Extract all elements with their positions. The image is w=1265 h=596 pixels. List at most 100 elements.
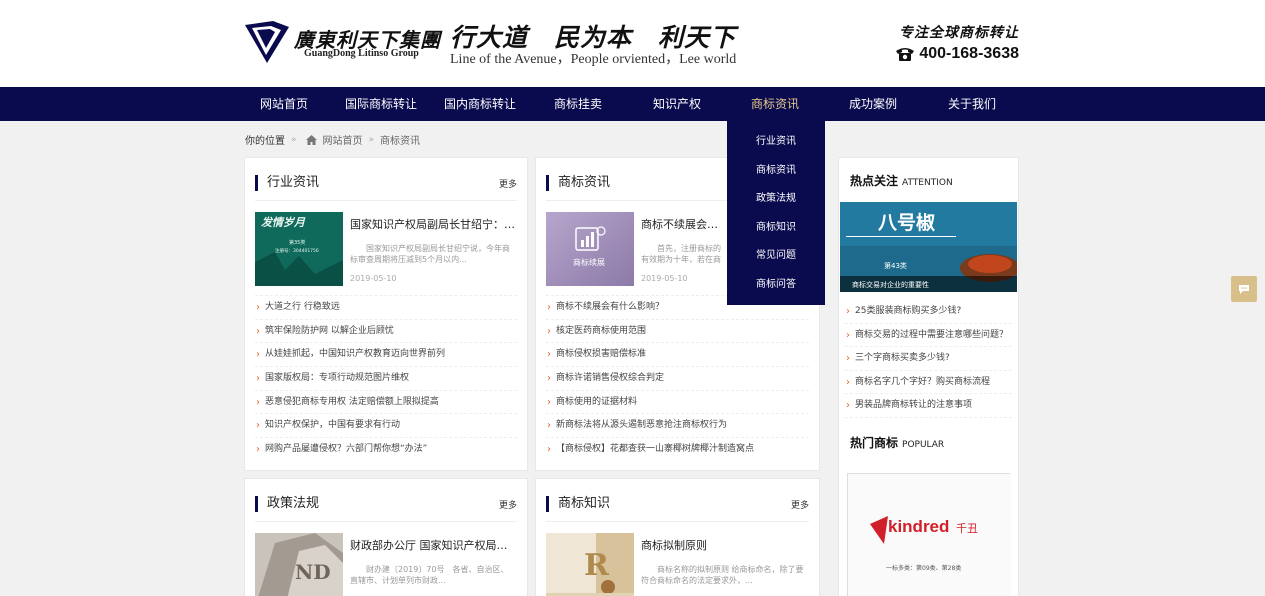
breadcrumb-current[interactable]: 商标资讯 bbox=[380, 132, 420, 147]
chat-icon bbox=[1239, 284, 1249, 294]
hot-topics-list: 25类服装商标购买多少钱? 商标交易的过程中需要注意哪些问题？ 三个字商标买卖多… bbox=[845, 300, 1012, 418]
list-item[interactable]: 国家版权局：专项行动规范图片维权 bbox=[255, 366, 517, 390]
dropdown-item-faq[interactable]: 常见问题 bbox=[727, 249, 825, 263]
list-item[interactable]: 商标侵权损害赔偿标准 bbox=[546, 342, 809, 366]
list-item[interactable]: 恶意侵犯商标专用权 法定赔偿额上限拟提高 bbox=[255, 389, 517, 413]
breadcrumb: 你的位置 » 网站首页 » 商标资讯 bbox=[245, 132, 420, 147]
home-icon bbox=[305, 134, 317, 145]
more-link[interactable]: 更多 bbox=[499, 498, 517, 511]
popular-trademarks-title: 热门商标 POPULAR bbox=[850, 434, 944, 451]
list-item[interactable]: 男装品牌商标转让的注意事项 bbox=[845, 394, 1012, 418]
panel-header: 商标知识 更多 bbox=[546, 495, 809, 513]
panel-title: 商标知识 bbox=[558, 496, 611, 511]
feature-description: 首先，注册商标的有效期为十年，若在商标有效期满前需要续展... bbox=[641, 244, 721, 264]
nav-item-trademark-news[interactable]: 商标资讯 bbox=[751, 87, 799, 121]
feature-thumbnail[interactable]: 发情岁月 第35类 注册号：304401756 bbox=[255, 212, 343, 286]
thumbnail-art: R bbox=[546, 533, 634, 596]
dropdown-item-industry[interactable]: 行业资讯 bbox=[727, 135, 825, 149]
panel-title: 政策法规 bbox=[267, 496, 320, 511]
list-item[interactable]: 从娃娃抓起，中国知识产权教育迈向世界前列 bbox=[255, 342, 517, 366]
dropdown-item-knowledge[interactable]: 商标知识 bbox=[727, 221, 825, 235]
chat-button[interactable] bbox=[1231, 276, 1257, 302]
dropdown-item-trademark-news[interactable]: 商标资讯 bbox=[727, 164, 825, 178]
panel-header: 政策法规 更多 bbox=[255, 495, 517, 513]
feature-title[interactable]: 商标拟制原则 bbox=[641, 537, 807, 553]
news-list: 商标不续展会有什么影响？ 核定医药商标使用范围 商标侵权损害赔偿标准 商标许诺销… bbox=[546, 295, 809, 461]
sidebar-panel: 热点关注ATTENTION 八号椒 第43类 商标交易对企业的重要性 25类服装… bbox=[838, 157, 1019, 596]
banner-caption: 商标交易对企业的重要性 bbox=[852, 280, 929, 289]
feature-date: 2019-05-10 bbox=[641, 274, 688, 283]
thumbnail-title: 发情岁月 bbox=[261, 216, 306, 229]
list-item[interactable]: 网购产品屡遭侵权？六部门帮你想“办法” bbox=[255, 437, 517, 461]
nav-item-domestic-transfer[interactable]: 国内商标转让 bbox=[444, 87, 516, 121]
panel-title: 行业资讯 bbox=[267, 175, 320, 190]
logo-icon[interactable] bbox=[243, 19, 291, 65]
list-item[interactable]: 筑牢保险防护网 以解企业后顾忧 bbox=[255, 318, 517, 342]
breadcrumb-separator: » bbox=[368, 134, 375, 145]
nav-dropdown-trademark-news: 行业资讯 商标资讯 政策法规 商标知识 常见问题 商标问答 bbox=[727, 121, 825, 305]
nav-item-cases[interactable]: 成功案例 bbox=[849, 87, 897, 121]
thumbnail-number: 注册号：304401756 bbox=[275, 247, 319, 254]
thumbnail-art: 商标续展 bbox=[546, 212, 634, 286]
hot-topics-banner[interactable]: 八号椒 第43类 商标交易对企业的重要性 bbox=[840, 202, 1017, 292]
feature-description: 国家知识产权局副局长甘绍宁说，今年商标审查周期将压减到5个月以内... bbox=[350, 244, 510, 264]
list-item[interactable]: 新商标法将从源头遏制恶意抢注商标权行为 bbox=[546, 413, 809, 437]
thumbnail-art: 发情岁月 第35类 注册号：304401756 bbox=[255, 212, 343, 286]
brand-cn: 千丑 bbox=[956, 522, 978, 535]
list-item[interactable]: 商标交易的过程中需要注意哪些问题？ bbox=[845, 324, 1012, 348]
list-item[interactable]: 大道之行 行稳致远 bbox=[255, 295, 517, 319]
panel-divider bbox=[546, 521, 809, 522]
more-link[interactable]: 更多 bbox=[499, 177, 517, 190]
list-item[interactable]: 商标使用的证据材料 bbox=[546, 389, 809, 413]
banner-brand: 八号椒 bbox=[878, 211, 935, 234]
panel-title-bar bbox=[255, 496, 258, 512]
nav-item-international-transfer[interactable]: 国际商标转让 bbox=[345, 87, 417, 121]
breadcrumb-label: 你的位置 bbox=[245, 136, 285, 147]
breadcrumb-home-link[interactable]: 网站首页 bbox=[323, 132, 363, 147]
logo-english-name: GuangDong Litinso Group bbox=[304, 48, 419, 59]
svg-text:R: R bbox=[584, 548, 610, 583]
list-item[interactable]: 商标许诺销售侵权综合判定 bbox=[546, 366, 809, 390]
nav-item-home[interactable]: 网站首页 bbox=[260, 87, 308, 121]
feature-thumbnail[interactable]: ND bbox=[255, 533, 343, 596]
feature-title[interactable]: 商标不续展会有什么影响？ bbox=[641, 216, 727, 232]
thumbnail-art: ND bbox=[255, 533, 343, 596]
slogan-english: Line of the Avenue，People orviented，Lee … bbox=[450, 52, 737, 67]
list-item[interactable]: 商标名字几个字好？购买商标流程 bbox=[845, 371, 1012, 395]
panel-title-bar bbox=[546, 496, 549, 512]
list-item[interactable]: 【商标侵权】花都查获一山寨椰树牌椰汁制造窝点 bbox=[546, 437, 809, 461]
nav-item-about[interactable]: 关于我们 bbox=[948, 87, 996, 121]
dropdown-item-qa[interactable]: 商标问答 bbox=[727, 278, 825, 292]
panel-title-bar bbox=[255, 175, 258, 191]
feature-thumbnail[interactable]: 商标续展 bbox=[546, 212, 634, 286]
hotline-tagline: 专注全球商标转让 bbox=[899, 25, 1019, 41]
feature-description: 财办建〔2019〕70号 各省、自治区、直辖市、计划单列市财政... bbox=[350, 565, 509, 585]
svg-text:ND: ND bbox=[295, 560, 331, 584]
banner-art: 八号椒 第43类 商标交易对企业的重要性 bbox=[840, 202, 1017, 292]
popular-trademark-card[interactable]: kindred 千丑 一标多类：第09类、第28类 bbox=[847, 473, 1011, 596]
nav-item-ip[interactable]: 知识产权 bbox=[653, 87, 701, 121]
brand-logo: kindred 千丑 一标多类：第09类、第28类 bbox=[848, 474, 1011, 596]
feature-thumbnail[interactable]: R bbox=[546, 533, 634, 596]
panel-divider bbox=[255, 521, 517, 522]
hot-topics-title-cn: 热点关注 bbox=[850, 174, 899, 188]
brand-caption: 一标多类：第09类、第28类 bbox=[886, 564, 961, 572]
popular-title-en: POPULAR bbox=[902, 440, 945, 450]
list-item[interactable]: 知识产权保护，中国有要求有行动 bbox=[255, 413, 517, 437]
hotline-number: 400-168-3638 bbox=[919, 45, 1019, 62]
list-item[interactable]: 三个字商标买卖多少钱? bbox=[845, 347, 1012, 371]
dropdown-item-policy[interactable]: 政策法规 bbox=[727, 192, 825, 206]
more-link[interactable]: 更多 bbox=[791, 498, 809, 511]
hot-topics-title: 热点关注 ATTENTION bbox=[850, 172, 953, 189]
feature-title[interactable]: 国家知识产权局副局长甘绍宁：商标审查周期压减到5个月以内 bbox=[350, 216, 515, 232]
popular-title-cn: 热门商标 bbox=[850, 436, 899, 450]
nav-item-trademark-listing[interactable]: 商标挂卖 bbox=[554, 87, 602, 121]
list-item[interactable]: 核定医药商标使用范围 bbox=[546, 318, 809, 342]
panel-trademark-knowledge: 商标知识 更多 R 商标拟制原则 商标名称的拟制原则 给商标命名，除了要符合商标… bbox=[535, 478, 820, 596]
phone-icon bbox=[896, 48, 915, 61]
list-item[interactable]: 25类服装商标购买多少钱? bbox=[845, 300, 1012, 324]
thumbnail-title: 商标续展 bbox=[573, 257, 605, 267]
main-nav: 网站首页 国际商标转让 国内商标转让 商标挂卖 知识产权 商标资讯 成功案例 关… bbox=[0, 87, 1265, 121]
feature-title[interactable]: 财政部办公厅 国家知识产权局办公室关于... bbox=[350, 537, 515, 553]
panel-divider bbox=[255, 200, 517, 201]
